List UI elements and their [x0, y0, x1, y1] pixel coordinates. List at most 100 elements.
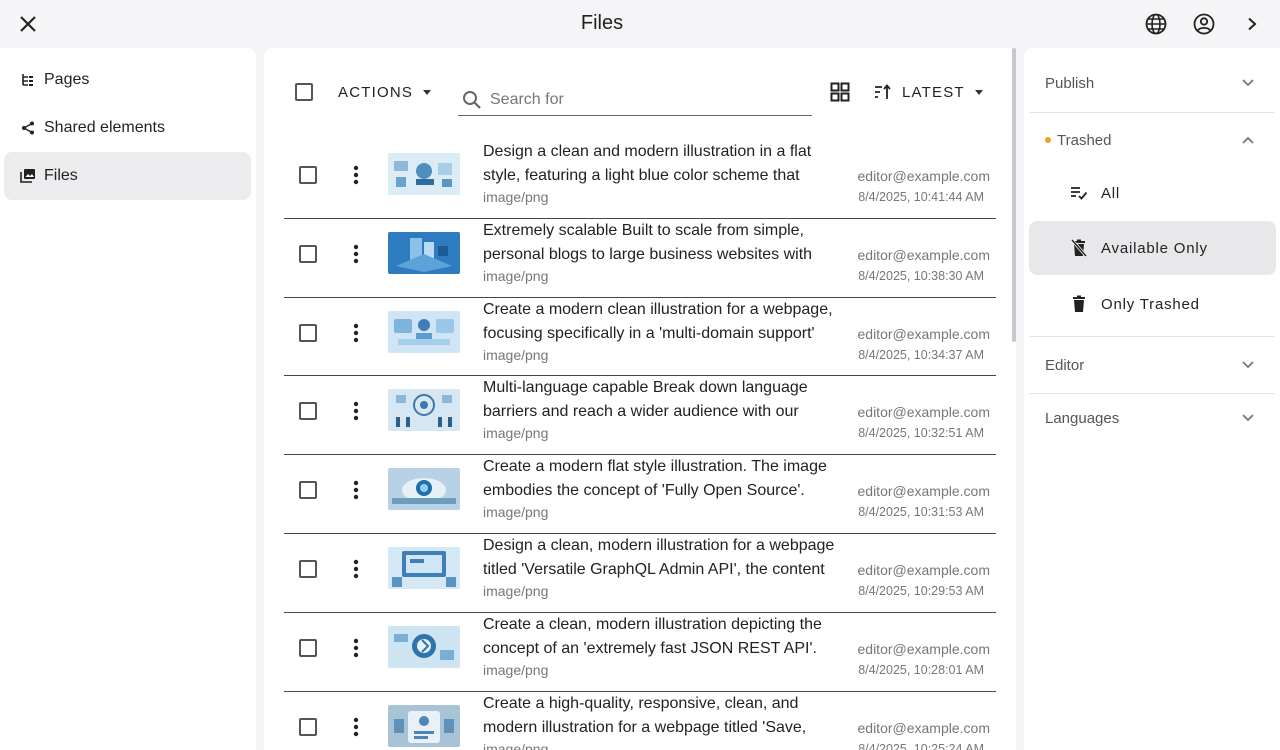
file-thumbnail[interactable] [388, 310, 460, 353]
file-mime-type: image/png [483, 504, 549, 521]
trashed-option-available-only[interactable]: Available Only [1029, 221, 1276, 275]
account-circle-icon [1193, 13, 1215, 35]
file-thumbnail[interactable] [388, 389, 460, 432]
more-vertical-icon [353, 244, 359, 263]
row-checkbox[interactable] [299, 481, 317, 500]
search-field[interactable] [458, 84, 812, 116]
row-checkbox[interactable] [299, 323, 317, 342]
file-thumbnail[interactable] [388, 704, 460, 747]
row-checkbox[interactable] [299, 638, 317, 657]
file-mime-type: image/png [483, 661, 549, 678]
filter-panel: Publish Trashed All Available Only Only … [1024, 48, 1280, 750]
file-thumbnail[interactable] [388, 231, 460, 274]
grid-view-button[interactable] [828, 80, 852, 104]
filter-trashed-header[interactable]: Trashed [1029, 117, 1275, 163]
toolbar: ACTIONS LATEST [264, 48, 1016, 140]
trashed-option-label: Only Trashed [1101, 295, 1200, 313]
file-owner: editor@example.com [857, 561, 991, 578]
row-menu-button[interactable] [344, 163, 368, 187]
row-menu-button[interactable] [344, 636, 368, 660]
language-button[interactable] [1143, 11, 1169, 37]
sort-icon [875, 84, 891, 99]
file-thumbnail[interactable] [388, 546, 460, 589]
file-owner: editor@example.com [857, 640, 991, 657]
table-row[interactable]: Create a high-quality, responsive, clean… [284, 692, 996, 750]
file-thumbnail[interactable] [388, 625, 460, 668]
sidebar-item-label: Shared elements [44, 119, 165, 136]
file-thumbnail[interactable] [388, 468, 460, 511]
globe-icon [1145, 13, 1167, 35]
more-vertical-icon [353, 480, 359, 500]
trashed-option-only-trashed[interactable]: Only Trashed [1029, 277, 1276, 331]
file-date: 8/4/2025, 10:38:30 AM [858, 268, 984, 283]
file-owner: editor@example.com [857, 246, 991, 263]
table-row[interactable]: Design a clean and modern illustration i… [284, 140, 996, 219]
file-list: Design a clean and modern illustration i… [284, 140, 996, 750]
scrollbar[interactable] [1012, 48, 1016, 342]
file-list-panel: ACTIONS LATEST Design a clean and modern… [264, 48, 1016, 750]
actions-button[interactable]: ACTIONS [338, 78, 432, 106]
more-vertical-icon [353, 165, 359, 185]
sidebar-item-files[interactable]: Files [4, 152, 251, 200]
delete-off-icon [1069, 238, 1089, 258]
file-description: Design a clean and modern illustration i… [483, 143, 812, 184]
file-description: Multi-language capable Break down langua… [483, 379, 808, 421]
file-mime-type: image/png [483, 267, 549, 284]
filter-editor-header[interactable]: Editor [1029, 342, 1275, 388]
divider [1029, 336, 1275, 337]
top-bar: Files [0, 0, 1280, 48]
file-owner: editor@example.com [857, 719, 991, 736]
search-input[interactable] [490, 90, 790, 109]
file-description: Create a high-quality, responsive, clean… [483, 694, 807, 736]
file-mime-type: image/png [483, 740, 549, 750]
file-mime-type: image/png [483, 582, 549, 599]
more-vertical-icon [353, 323, 359, 342]
filter-publish-header[interactable]: Publish [1029, 60, 1275, 106]
chevron-right-icon [1248, 17, 1257, 31]
filter-editor-label: Editor [1045, 356, 1085, 374]
chevron-down-icon [1241, 358, 1255, 372]
sort-button[interactable]: LATEST [874, 78, 983, 106]
filter-languages-label: Languages [1045, 409, 1120, 427]
row-checkbox[interactable] [299, 166, 317, 184]
search-icon [460, 88, 484, 112]
row-menu-button[interactable] [344, 715, 368, 739]
file-description: Create a modern clean illustration for a… [483, 300, 833, 342]
row-menu-button[interactable] [344, 478, 368, 502]
sidebar-item-label: Files [44, 167, 78, 184]
file-mime-type: image/png [483, 425, 549, 442]
filter-publish-label: Publish [1045, 74, 1095, 92]
select-all-checkbox[interactable] [295, 83, 313, 101]
image-library-icon [20, 168, 36, 184]
sidebar-item-shared-elements[interactable]: Shared elements [4, 104, 251, 152]
page-title: Files [580, 12, 624, 34]
file-thumbnail[interactable] [388, 153, 460, 195]
row-menu-button[interactable] [344, 321, 368, 345]
sidebar-item-pages[interactable]: Pages [4, 56, 251, 104]
table-row[interactable]: Create a modern clean illustration for a… [284, 298, 996, 377]
file-description: Design a clean, modern illustration for … [483, 536, 835, 578]
row-checkbox[interactable] [299, 402, 317, 421]
row-checkbox[interactable] [299, 244, 317, 263]
trashed-option-all[interactable]: All [1029, 166, 1276, 220]
row-menu-button[interactable] [344, 399, 368, 423]
tree-icon [20, 72, 36, 88]
table-row[interactable]: Multi-language capable Break down langua… [284, 376, 996, 456]
table-row[interactable]: Extremely scalable Built to scale from s… [284, 219, 996, 298]
collapse-panel-button[interactable] [1239, 11, 1265, 37]
table-row[interactable]: Create a clean, modern illustration depi… [284, 613, 996, 692]
file-owner: editor@example.com [857, 325, 991, 342]
row-menu-button[interactable] [344, 242, 368, 266]
filter-languages-header[interactable]: Languages [1029, 395, 1275, 441]
file-date: 8/4/2025, 10:34:37 AM [858, 347, 984, 362]
sort-label: LATEST [902, 83, 965, 101]
row-menu-button[interactable] [344, 557, 368, 581]
account-button[interactable] [1191, 11, 1217, 37]
row-checkbox[interactable] [299, 559, 317, 578]
row-checkbox[interactable] [299, 717, 317, 736]
table-row[interactable]: Create a modern flat style illustration.… [284, 455, 996, 534]
more-vertical-icon [353, 638, 359, 657]
file-mime-type: image/png [483, 189, 549, 205]
chevron-up-icon [1241, 133, 1255, 147]
table-row[interactable]: Design a clean, modern illustration for … [284, 534, 996, 613]
